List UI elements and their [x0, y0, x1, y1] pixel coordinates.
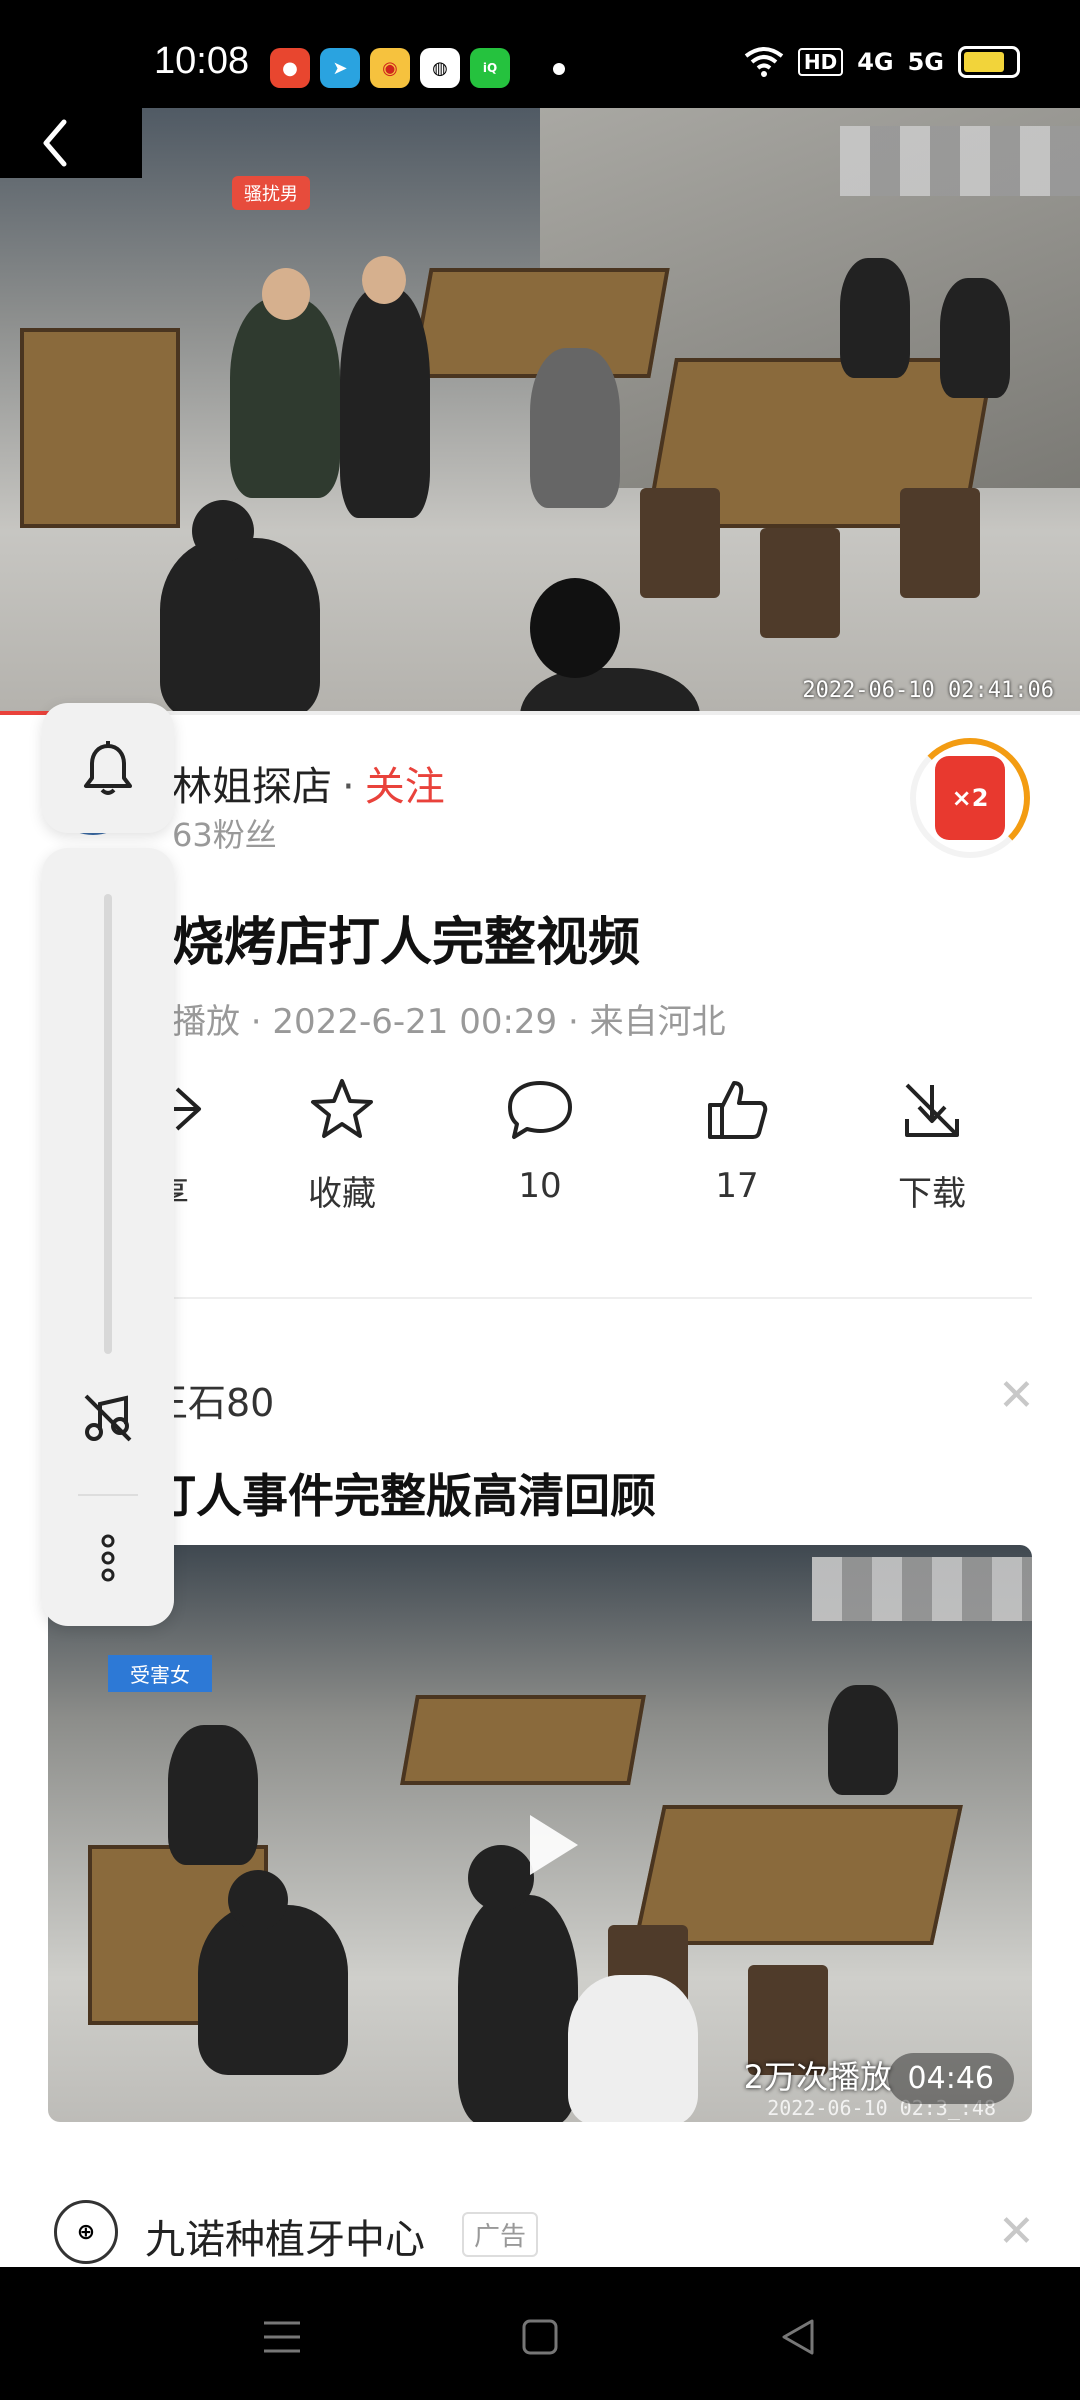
telegram-icon: ➤ — [320, 48, 360, 88]
fans-count: 63粉丝 — [172, 816, 277, 854]
video-meta: 播放 · 2022-6-21 00:29 · 来自河北 — [172, 1002, 726, 1042]
related-video-thumbnail[interactable]: 受害女 2022-06-10 02:3_:48 2万次播放 04:46 — [48, 1545, 1032, 2122]
comment-icon — [508, 1081, 572, 1139]
battery-icon — [958, 46, 1020, 78]
follow-button[interactable]: 关注 — [365, 764, 445, 810]
comment-count: 10 — [518, 1166, 562, 1206]
music-off-icon — [84, 1394, 132, 1442]
status-bar: 10:08 ● ➤ ◉ ◍ iQ HD 4G 5G — [0, 0, 1080, 108]
related-title[interactable]: 打人事件完整版高清回顾 — [150, 1460, 656, 1526]
system-icons: HD 4G 5G — [744, 46, 1020, 78]
nav-menu-button[interactable] — [252, 2307, 312, 2367]
download-icon — [905, 1083, 959, 1137]
video-title: 烧烤店打人完整视频 — [172, 913, 641, 973]
author-name[interactable]: 林姐探店 — [172, 764, 332, 810]
system-nav-bar — [0, 2267, 1080, 2400]
hd-icon: HD — [797, 48, 844, 76]
volume-panel — [42, 848, 174, 1626]
section-divider — [48, 1297, 1032, 1299]
red-packet-reward-button[interactable]: ×2 — [910, 738, 1030, 858]
nav-back-button[interactable] — [768, 2307, 828, 2367]
dismiss-related-close-icon[interactable]: ✕ — [998, 1370, 1035, 1421]
bell-icon — [84, 741, 132, 795]
author-separator: · — [342, 764, 355, 810]
author-row: 林姐探店 · 关注 — [172, 754, 445, 812]
download-button[interactable]: 下载 — [852, 1070, 1012, 1215]
volume-slider[interactable] — [104, 894, 112, 1354]
wechat-icon: ◍ — [420, 48, 460, 88]
more-notifications-dot — [553, 63, 565, 75]
back-triangle-icon — [782, 2319, 814, 2355]
play-count: 2万次播放 — [743, 2058, 892, 2096]
iqiyi-icon: iQ — [470, 48, 510, 88]
video-frame — [0, 108, 1080, 713]
favorite-label: 收藏 — [308, 1174, 376, 1214]
back-button[interactable] — [0, 108, 142, 178]
clock: 10:08 — [154, 40, 250, 82]
video-overlay-tag: 骚扰男 — [232, 176, 310, 210]
download-label: 下载 — [898, 1174, 966, 1214]
favorite-button[interactable]: 收藏 — [262, 1070, 422, 1215]
nav-home-button[interactable] — [510, 2307, 570, 2367]
chevron-left-icon — [43, 119, 67, 167]
mute-music-button[interactable] — [78, 1388, 138, 1448]
duration-badge: 04:46 — [887, 2053, 1014, 2104]
signal-4g-icon: 4G — [857, 48, 894, 76]
ad-logo[interactable]: ⊕ — [54, 2200, 118, 2264]
weibo-icon: ◉ — [370, 48, 410, 88]
ad-name[interactable]: 九诺种植牙中心 — [145, 2207, 425, 2265]
signal-5g-icon: 5G — [907, 48, 944, 76]
more-vertical-icon — [101, 1534, 115, 1582]
video-progress-played — [0, 711, 49, 715]
mosaic-blur — [840, 126, 1080, 196]
wifi-icon — [744, 47, 784, 77]
panel-divider — [78, 1494, 138, 1496]
thumbnail-overlay-tag: 受害女 — [108, 1655, 212, 1692]
notification-toggle-button[interactable] — [42, 703, 174, 833]
notification-icons: ● ➤ ◉ ◍ iQ — [270, 48, 510, 88]
like-count: 17 — [715, 1166, 759, 1206]
ad-badge: 广告 — [462, 2212, 539, 2257]
app-icon: ● — [270, 48, 310, 88]
thumbnail-mosaic-blur — [812, 1557, 1032, 1621]
comment-button[interactable]: 10 — [460, 1070, 620, 1206]
star-icon — [311, 1079, 373, 1138]
play-icon[interactable] — [508, 1805, 588, 1885]
video-timestamp: 2022-06-10 02:41:06 — [802, 678, 1054, 703]
dismiss-ad-close-icon[interactable]: ✕ — [998, 2206, 1035, 2257]
home-square-icon — [522, 2319, 558, 2355]
like-button[interactable]: 17 — [657, 1070, 817, 1206]
video-player[interactable]: 骚扰男 2022-06-10 02:41:06 — [0, 108, 1080, 713]
more-options-button[interactable] — [78, 1528, 138, 1588]
menu-icon — [264, 2321, 300, 2353]
thumbs-up-icon — [708, 1081, 768, 1139]
